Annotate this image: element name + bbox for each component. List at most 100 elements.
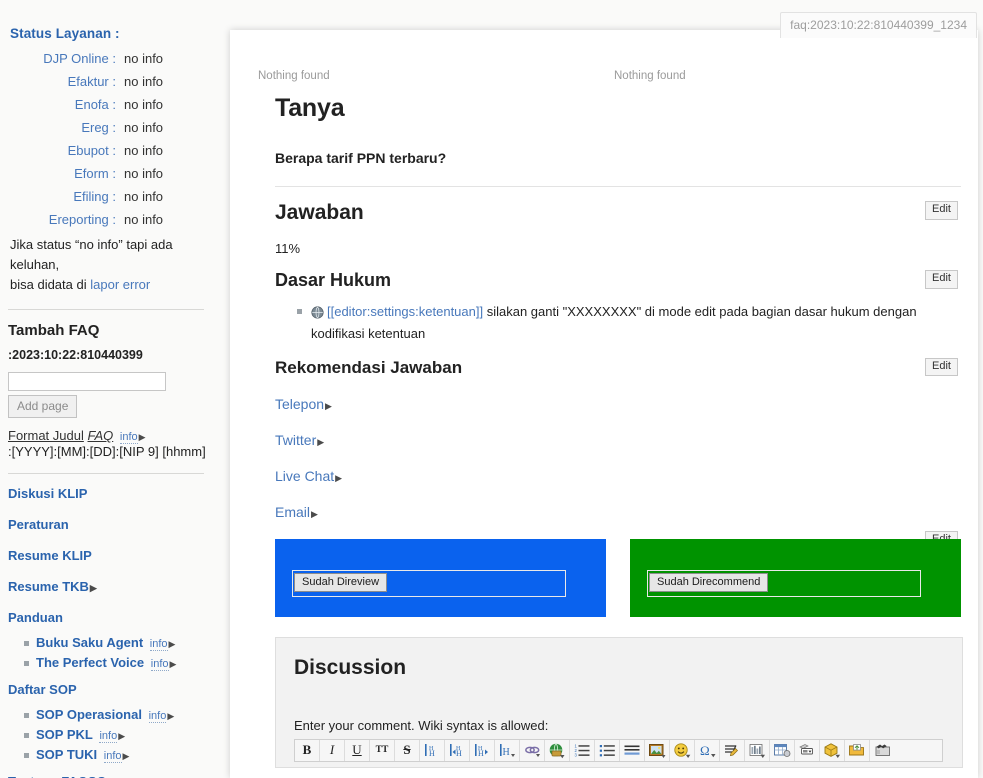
format-judul-row: Format Judul FAQ info▶ [8,428,212,445]
rekomendasi-item-live-chat[interactable]: Live Chat▶ [275,468,961,484]
info-tag[interactable]: info [99,730,118,744]
status-value: no info [124,120,164,135]
status-row: Eform : no info [6,166,212,181]
info-tag[interactable]: info [119,431,138,445]
media-icon[interactable] [870,739,895,761]
triangle-right-icon: ▶ [167,711,175,722]
code-icon[interactable] [795,739,820,761]
edit-button-rekomendasi[interactable]: Edit [925,357,958,377]
ordered-list-icon[interactable]: 123 [570,739,595,761]
horizontal-rule-icon[interactable] [620,739,645,761]
faq-title-input[interactable] [8,372,166,392]
svg-text:H: H [502,747,509,758]
triangle-right-icon: ▶ [335,472,343,483]
sudah-direcommend-button[interactable]: Sudah Direcommend [649,572,769,592]
list-item[interactable]: SOP PKL info▶ [24,727,212,744]
signature-icon[interactable] [720,739,745,761]
sidebar-item-resume-klip[interactable]: Resume KLIP [8,548,212,563]
smiley-icon[interactable] [670,739,695,761]
triangle-right-icon: ▶ [317,436,325,447]
status-value: no info [124,212,164,227]
sidebar-item-diskusi-klip[interactable]: Diskusi KLIP [8,486,212,501]
status-label: Ereg : [81,120,116,135]
unordered-list-icon[interactable] [595,739,620,761]
strikethrough-icon[interactable]: S [395,739,420,761]
comment-textarea[interactable] [294,767,943,768]
nothing-found-right: Nothing found [614,70,686,82]
list-item[interactable]: SOP TUKI info▶ [24,747,212,764]
ketentuan-link[interactable]: [[editor:settings:ketentuan]] [327,304,483,319]
list-item[interactable]: SOP Operasional info▶ [24,707,212,724]
table-icon[interactable] [770,739,795,761]
sidebar: Status Layanan : DJP Online : no info Ef… [0,0,222,778]
tambah-faq-title: Tambah FAQ [8,322,100,340]
rekomendasi-item-telepon[interactable]: Telepon▶ [275,396,961,412]
sidebar-item-tentang-faqsc[interactable]: Tentang FAQSC info▶ [8,774,212,778]
monospace-icon[interactable]: TT [370,739,395,761]
svg-text:H: H [478,749,484,758]
sidebar-item-the-perfect-voice[interactable]: The Perfect Voice [36,655,144,670]
special-chars-icon[interactable]: Ω [695,739,720,761]
globe-icon [311,306,324,325]
folder-icon[interactable] [845,739,870,761]
internal-link-icon[interactable] [520,739,545,761]
question-text: Berapa tarif PPN terbaru? [275,150,447,166]
sidebar-item-resume-tkb[interactable]: Resume TKB▶ [8,579,212,594]
list-item[interactable]: Buku Saku Agent info▶ [24,635,212,652]
heading-select-icon[interactable]: H [495,739,520,761]
status-value: no info [124,189,164,204]
page-id-tab[interactable]: faq:2023:10:22:810440399_1234 [780,12,977,38]
sidebar-item-peraturan[interactable]: Peraturan [8,517,212,532]
external-link-icon[interactable] [545,739,570,761]
format-judul-link[interactable]: Format Judul [8,428,84,443]
info-tag[interactable]: info [148,710,167,724]
underline-icon[interactable]: U [345,739,370,761]
status-value: no info [124,74,164,89]
triangle-right-icon: ▶ [169,659,177,670]
status-label: Efiling : [73,189,116,204]
status-label: Eform : [74,166,116,181]
list-item[interactable]: The Perfect Voice info▶ [24,655,212,672]
sidebar-item-label: Tentang FAQSC [8,774,106,778]
status-note-line1: Jika status “no info” tapi ada keluhan, [10,237,173,273]
sidebar-item-sop-operasional[interactable]: SOP Operasional [36,707,142,722]
status-value: no info [124,143,164,158]
heading-up-icon[interactable]: HH [470,739,495,761]
package-icon[interactable] [820,739,845,761]
triangle-right-icon: ▶ [89,583,97,594]
nothing-found-left: Nothing found [258,70,330,82]
heading-same-icon[interactable]: HH [420,739,445,761]
status-label: Ebupot : [67,143,116,158]
rekomendasi-section: Edit Rekomendasi Jawaban Telepon▶ Twitte… [247,357,961,520]
sudah-direview-button[interactable]: Sudah Direview [294,572,388,592]
italic-icon[interactable]: I [320,739,345,761]
rekomendasi-item-email[interactable]: Email▶ [275,504,961,520]
sidebar-item-sop-pkl[interactable]: SOP PKL [36,727,93,742]
sidebar-divider [8,309,204,311]
info-tag[interactable]: info [103,750,122,764]
sidebar-item-daftar-sop[interactable]: Daftar SOP [8,682,212,697]
sidebar-item-panduan[interactable]: Panduan [8,610,212,625]
info-tag[interactable]: info [149,638,168,652]
format-judul-italic: FAQ [87,428,114,444]
status-value: no info [124,97,164,112]
service-status-list: DJP Online : no info Efaktur : no info E… [6,51,212,227]
format-pattern-text: :[YYYY]:[MM]:[DD]:[NIP 9] [hhmm] [8,444,206,460]
status-label: Efaktur : [67,74,116,89]
status-layanan-title: Status Layanan : [10,26,120,41]
heading-down-icon[interactable]: HH [445,739,470,761]
edit-button-jawaban[interactable]: Edit [925,201,958,220]
sidebar-item-sop-tuki[interactable]: SOP TUKI [36,747,97,762]
image-icon[interactable] [645,739,670,761]
bold-icon[interactable]: B [295,739,320,761]
discussion-title: Discussion [294,655,407,679]
sidebar-item-buku-saku-agent[interactable]: Buku Saku Agent [36,635,143,650]
rekomendasi-item-twitter[interactable]: Twitter▶ [275,432,961,448]
lapor-error-link[interactable]: lapor error [90,277,150,292]
status-row: Efiling : no info [6,189,212,204]
chart-icon[interactable] [745,739,770,761]
add-page-button[interactable]: Add page [8,395,78,419]
status-value: no info [124,166,164,181]
edit-button-dasar-hukum[interactable]: Edit [925,270,958,289]
info-tag[interactable]: info [150,658,169,672]
